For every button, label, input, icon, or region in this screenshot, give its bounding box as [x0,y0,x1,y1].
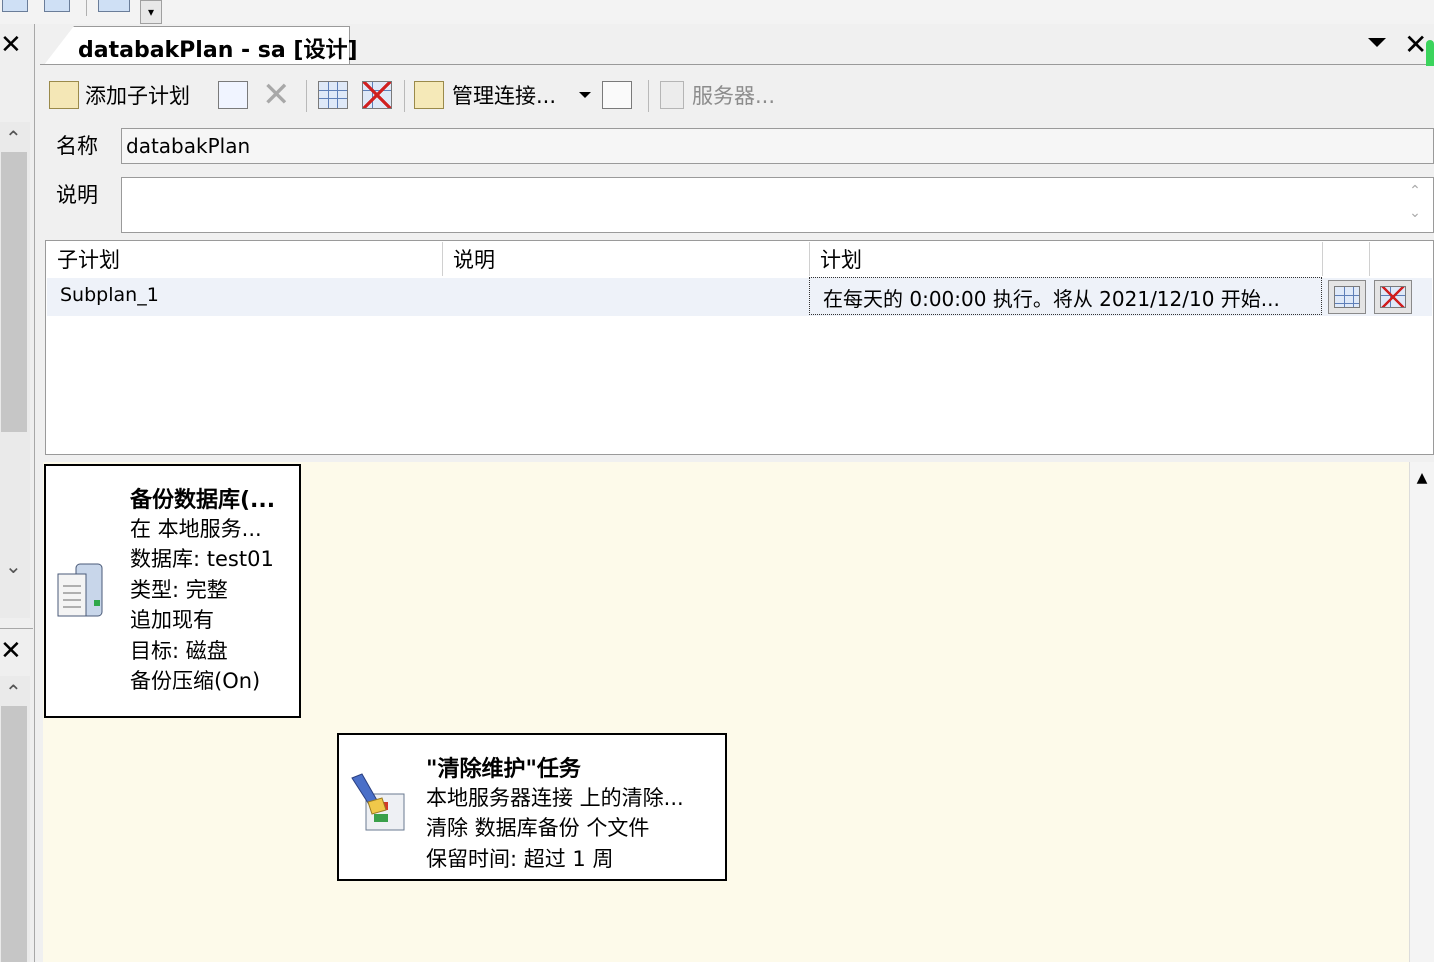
tab-strip-border [40,64,1434,65]
calendar-remove-icon [1380,286,1406,308]
task-detail: 追加现有 [130,608,214,632]
window-icon[interactable] [44,0,70,12]
connection-icon [414,81,444,109]
task-detail: 本地服务器连接 上的清除... [426,786,684,810]
column-divider [1369,242,1370,276]
name-label: 名称 [56,134,98,158]
tab-list-dropdown-icon[interactable] [1368,38,1386,47]
description-input[interactable] [121,177,1434,233]
left-scrollbar-lower[interactable]: ⌃ [0,676,30,962]
subplan-schedule-button[interactable] [318,78,348,112]
task-detail: 目标: 磁盘 [130,639,228,663]
column-divider [809,242,810,276]
scroll-up-icon[interactable]: ⌃ [1400,180,1430,202]
task-title: 备份数据库(... [130,488,276,513]
close-icon[interactable]: ✕ [0,638,22,664]
panel-divider [0,628,33,629]
servers-button[interactable]: 服务器... [660,78,775,112]
scroll-up-icon[interactable]: ▲ [1410,470,1434,494]
toolbar-separator [306,80,307,112]
server-icon [660,81,684,109]
task-title: "清除维护"任务 [426,757,581,782]
calendar-icon [1334,286,1360,308]
schedule-text: 在每天的 0:00:00 执行。将从 2021/12/10 开始... [823,287,1280,311]
manage-connections-button[interactable]: 管理连接... [414,78,556,112]
scroll-up-icon[interactable]: ⌃ [5,126,22,150]
add-subplan-button[interactable]: 添加子计划 [49,78,190,112]
toolbar-overflow-icon[interactable]: ▾ [140,0,162,24]
monitor-icon[interactable] [98,0,130,12]
toolbar-separator [648,80,649,112]
subplan-name-cell[interactable]: Subplan_1 [60,284,159,306]
column-header-subplan[interactable]: 子计划 [57,244,120,274]
cleanup-broom-icon [351,773,405,831]
toolbar-separator [86,0,87,16]
task-detail: 在 本地服务... [130,517,262,541]
description-scrollbar[interactable]: ⌃ ⌄ [1400,180,1430,230]
task-detail: 类型: 完整 [130,578,228,602]
scroll-down-icon[interactable]: ⌄ [5,554,22,578]
outer-toolbar: ▾ [0,0,1434,24]
column-header-schedule[interactable]: 计划 [820,244,862,274]
column-divider [442,242,443,276]
scroll-down-icon[interactable]: ⌄ [1400,202,1430,224]
scroll-thumb[interactable] [1,152,27,432]
column-header-description[interactable]: 说明 [453,244,495,274]
document-tab-label[interactable]: databakPlan - sa [设计] [78,32,358,64]
report-button[interactable] [602,78,632,112]
column-divider [1322,242,1323,276]
manage-connections-label: 管理连接... [452,84,557,108]
save-icon[interactable] [2,0,28,12]
subplan-grid [45,240,1434,455]
report-icon [602,81,632,109]
close-icon[interactable]: ✕ [0,32,22,58]
close-document-icon[interactable]: ✕ [1404,30,1427,60]
servers-label: 服务器... [692,84,776,108]
add-subplan-label: 添加子计划 [85,84,190,108]
delete-icon: ✕ [262,75,291,115]
chevron-down-icon [579,92,591,98]
calendar-icon [318,81,348,109]
add-subplan-icon [49,81,79,109]
connections-dropdown[interactable] [579,78,591,112]
scroll-thumb[interactable] [1,706,27,962]
edit-properties-icon [218,81,248,109]
design-scrollbar[interactable] [1409,462,1434,962]
task-detail: 清除 数据库备份 个文件 [426,816,650,840]
edit-subplan-button[interactable] [218,78,248,112]
task-detail: 保留时间: 超过 1 周 [426,847,614,871]
name-input[interactable] [121,128,1434,164]
task-detail: 备份压缩(On) [130,669,261,693]
delete-subplan-button[interactable]: ✕ [262,78,291,112]
remove-schedule-button[interactable] [362,78,392,112]
task-detail: 数据库: test01 [130,547,274,571]
left-scrollbar[interactable]: ⌃ ⌄ [0,122,30,618]
remove-schedule-cell-button[interactable] [1374,280,1412,314]
edit-schedule-button[interactable] [1328,280,1366,314]
scroll-up-icon[interactable]: ⌃ [5,680,22,704]
left-dock-panel: ✕ ⌃ ⌄ ✕ ⌃ [0,24,35,962]
backup-database-icon [57,563,103,617]
toolbar-separator [404,80,405,112]
calendar-remove-icon [362,81,392,109]
description-label: 说明 [56,183,98,207]
